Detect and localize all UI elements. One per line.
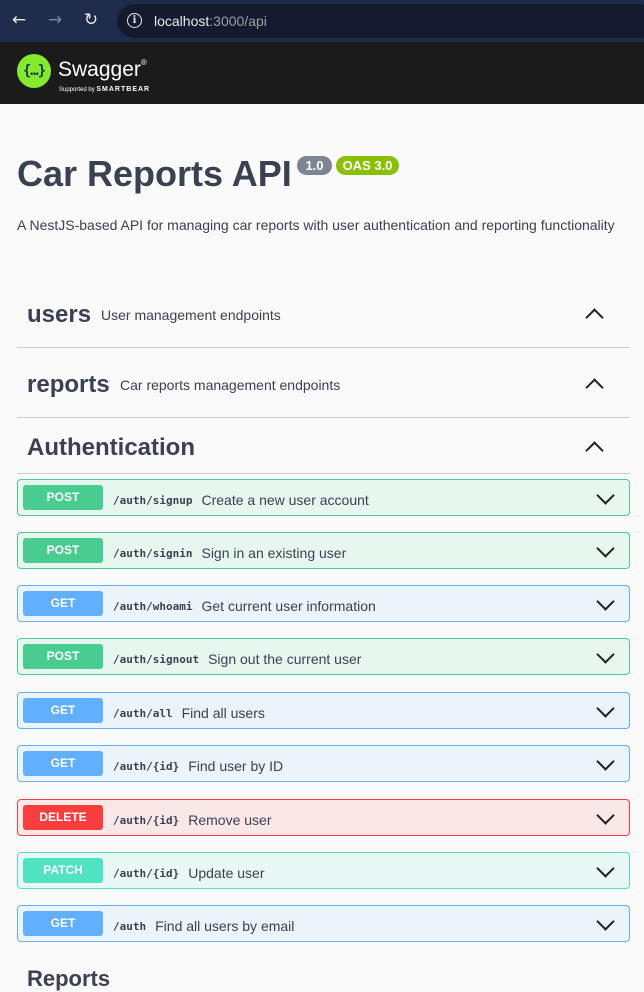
tag-description: Car reports management endpoints <box>120 377 341 393</box>
info-icon[interactable]: i <box>127 13 142 28</box>
operation-summary: Remove user <box>188 812 272 828</box>
operation-get-auth[interactable]: GET /auth Find all users by email <box>17 905 630 942</box>
tag-name: users <box>27 301 92 328</box>
browser-toolbar: ← → ↻ i localhost:3000/api <box>0 0 644 42</box>
tag-name-reports-partial[interactable]: Reports <box>27 966 110 992</box>
operation-path: /auth/whoami <box>113 600 193 613</box>
operation-summary: Find user by ID <box>188 758 284 774</box>
url-path: :3000/api <box>209 13 267 29</box>
operation-path: /auth <box>113 920 147 933</box>
swagger-topbar: {…} Swagger® Supported by SMARTBEAR <box>0 42 644 104</box>
reload-icon[interactable]: ↻ <box>79 8 103 32</box>
back-arrow-icon[interactable]: ← <box>7 8 31 32</box>
operation-get-auth-whoami[interactable]: GET /auth/whoami Get current user informa… <box>17 585 630 622</box>
tag-section-users[interactable]: users User management endpoints <box>17 290 630 348</box>
chevron-down-icon[interactable] <box>596 592 615 611</box>
method-badge: PATCH <box>23 858 103 883</box>
method-badge: POST <box>23 485 103 510</box>
address-bar[interactable]: i localhost:3000/api <box>117 4 644 38</box>
chevron-down-icon[interactable] <box>596 699 615 718</box>
operation-get-auth-all[interactable]: GET /auth/all Find all users <box>17 692 630 729</box>
oas-badge: OAS 3.0 <box>336 156 399 175</box>
operation-summary: Get current user information <box>201 598 376 614</box>
chevron-up-icon[interactable] <box>585 308 604 327</box>
chevron-up-icon[interactable] <box>585 378 604 397</box>
tag-name: Authentication <box>27 434 195 461</box>
operation-path: /auth/signout <box>113 653 200 666</box>
forward-arrow-icon[interactable]: → <box>43 8 67 32</box>
operation-path: /auth/signin <box>113 547 193 560</box>
chevron-up-icon[interactable] <box>585 441 604 460</box>
operation-post-auth-signup[interactable]: POST /auth/signup Create a new user accou… <box>17 479 630 516</box>
chevron-down-icon[interactable] <box>596 645 615 664</box>
operation-path: /auth/{id} <box>113 760 180 773</box>
operation-delete-auth-id[interactable]: DELETE /auth/{id} Remove user <box>17 799 630 836</box>
operation-summary: Find all users <box>181 705 265 721</box>
chevron-down-icon[interactable] <box>596 859 615 878</box>
tag-section-authentication[interactable]: Authentication <box>17 422 630 474</box>
operation-summary: Update user <box>188 865 265 881</box>
operation-summary: Create a new user account <box>201 492 369 508</box>
method-badge: DELETE <box>23 805 103 830</box>
tag-section-reports[interactable]: reports Car reports management endpoints <box>17 360 630 418</box>
registered-mark: ® <box>140 58 147 67</box>
url-text[interactable]: localhost:3000/api <box>154 13 267 29</box>
method-badge: GET <box>23 911 103 936</box>
operation-patch-auth-id[interactable]: PATCH /auth/{id} Update user <box>17 852 630 889</box>
swagger-logo-icon[interactable]: {…} <box>17 54 51 88</box>
swagger-supported-by: Supported by SMARTBEAR <box>59 86 150 93</box>
operation-path: /auth/all <box>113 707 173 720</box>
chevron-down-icon[interactable] <box>596 912 615 931</box>
supported-by-text: Supported by <box>59 87 95 93</box>
method-badge: GET <box>23 751 103 776</box>
operation-summary: Sign out the current user <box>208 651 362 667</box>
operation-get-auth-id[interactable]: GET /auth/{id} Find user by ID <box>17 745 630 782</box>
operation-path: /auth/{id} <box>113 814 180 827</box>
chevron-down-icon[interactable] <box>596 806 615 825</box>
version-badge: 1.0 <box>297 156 332 175</box>
api-description: A NestJS-based API for managing car repo… <box>17 217 615 233</box>
url-host: localhost <box>154 13 210 29</box>
method-badge: POST <box>23 644 103 669</box>
operation-summary: Sign in an existing user <box>201 545 347 561</box>
tag-name: reports <box>27 371 110 398</box>
smartbear-text: SMARTBEAR <box>96 86 151 93</box>
page-title: Car Reports API <box>17 153 292 194</box>
method-badge: POST <box>23 538 103 563</box>
chevron-down-icon[interactable] <box>596 752 615 771</box>
method-badge: GET <box>23 698 103 723</box>
swagger-brand-text: Swagger <box>58 58 141 81</box>
operation-post-auth-signin[interactable]: POST /auth/signin Sign in an existing use… <box>17 532 630 569</box>
chevron-down-icon[interactable] <box>596 486 615 505</box>
tag-description: User management endpoints <box>101 307 281 323</box>
operation-summary: Find all users by email <box>155 918 295 934</box>
chevron-down-icon[interactable] <box>596 539 615 558</box>
operation-post-auth-signout[interactable]: POST /auth/signout Sign out the current u… <box>17 638 630 675</box>
operation-path: /auth/{id} <box>113 867 180 880</box>
swagger-brand[interactable]: Swagger® <box>58 58 147 82</box>
operation-path: /auth/signup <box>113 494 193 507</box>
method-badge: GET <box>23 591 103 616</box>
